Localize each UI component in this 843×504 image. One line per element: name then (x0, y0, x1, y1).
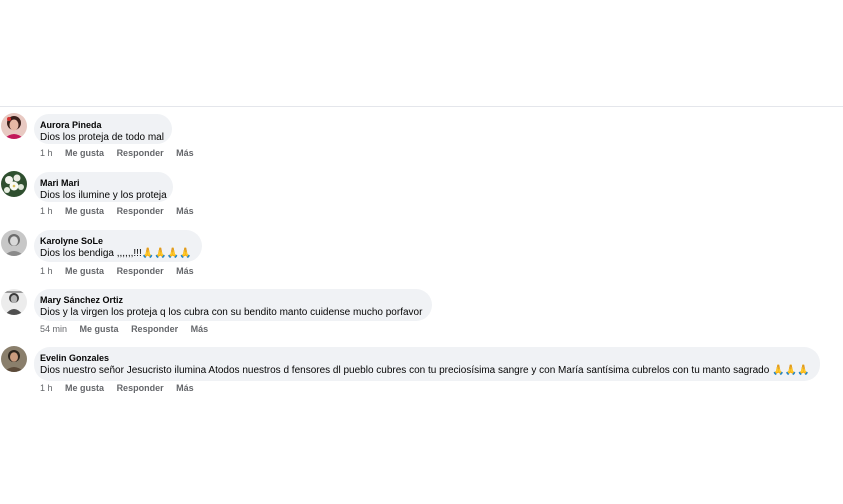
comment-bubble: Aurora Pineda Dios los proteja de todo m… (34, 114, 172, 144)
more-button[interactable]: Más (176, 148, 194, 158)
more-button[interactable]: Más (176, 383, 194, 393)
comment-bubble: Evelin Gonzales Dios nuestro señor Jesuc… (34, 347, 820, 381)
avatar[interactable] (1, 289, 27, 315)
comment-time[interactable]: 1 h (40, 206, 53, 216)
comment-time[interactable]: 54 min (40, 324, 67, 334)
comment-text: Dios los ilumine y los proteja (40, 190, 167, 201)
reply-button[interactable]: Responder (117, 148, 164, 158)
like-button[interactable]: Me gusta (65, 148, 104, 158)
avatar-image (1, 289, 27, 315)
comment-actions: 1 h Me gusta Responder Más (40, 382, 204, 394)
comment-author[interactable]: Aurora Pineda (40, 119, 163, 131)
like-button[interactable]: Me gusta (80, 324, 119, 334)
reply-button[interactable]: Responder (117, 206, 164, 216)
avatar-image (1, 230, 27, 256)
comment-bubble: Mary Sánchez Ortiz Dios y la virgen los … (34, 289, 432, 321)
comment-text: Dios y la virgen los proteja q los cubra… (40, 307, 423, 318)
comment-author[interactable]: Mary Sánchez Ortiz (40, 294, 423, 306)
comments-page: Aurora Pineda Dios los proteja de todo m… (0, 0, 843, 504)
reply-button[interactable]: Responder (117, 383, 164, 393)
avatar[interactable] (1, 113, 27, 139)
like-button[interactable]: Me gusta (65, 383, 104, 393)
comment-actions: 54 min Me gusta Responder Más (40, 323, 218, 335)
comment-actions: 1 h Me gusta Responder Más (40, 205, 204, 217)
comment-time[interactable]: 1 h (40, 148, 53, 158)
like-button[interactable]: Me gusta (65, 266, 104, 276)
avatar-image (1, 171, 27, 197)
reply-button[interactable]: Responder (131, 324, 178, 334)
like-button[interactable]: Me gusta (65, 206, 104, 216)
more-button[interactable]: Más (176, 266, 194, 276)
comment-bubble: Mari Mari Dios los ilumine y los proteja (34, 172, 173, 202)
section-divider (0, 106, 843, 107)
avatar-image (1, 346, 27, 372)
more-button[interactable]: Más (176, 206, 194, 216)
comment-text: Dios los proteja de todo mal (40, 132, 164, 143)
reply-button[interactable]: Responder (117, 266, 164, 276)
comment-actions: 1 h Me gusta Responder Más (40, 265, 204, 277)
comment-author[interactable]: Evelin Gonzales (40, 352, 811, 364)
comment-text: Dios nuestro señor Jesucristo ilumina At… (40, 365, 810, 376)
more-button[interactable]: Más (191, 324, 209, 334)
comment-time[interactable]: 1 h (40, 266, 53, 276)
avatar[interactable] (1, 346, 27, 372)
comment-author[interactable]: Karolyne SoLe (40, 235, 193, 247)
comment-author[interactable]: Mari Mari (40, 177, 164, 189)
comment-time[interactable]: 1 h (40, 383, 53, 393)
avatar[interactable] (1, 230, 27, 256)
comment-text: Dios los bendiga ,,,,,,!!!🙏🙏🙏🙏 (40, 248, 192, 259)
avatar-image (1, 113, 27, 139)
comment-bubble: Karolyne SoLe Dios los bendiga ,,,,,,!!!… (34, 230, 202, 262)
avatar[interactable] (1, 171, 27, 197)
comment-actions: 1 h Me gusta Responder Más (40, 147, 204, 159)
